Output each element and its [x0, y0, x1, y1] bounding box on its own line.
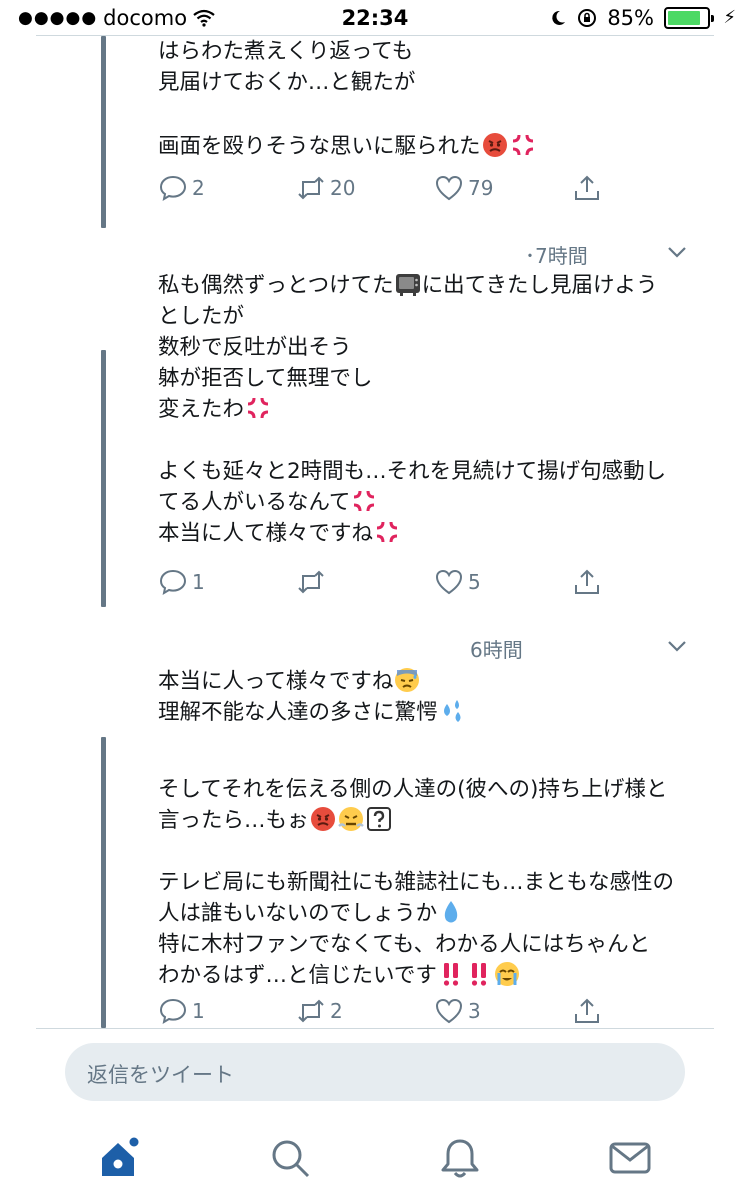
tweet-line: 画面を殴りそうな思いに駆られた [158, 134, 481, 159]
reply-count: 1 [192, 570, 205, 594]
reply-placeholder: 返信をツイート [87, 1063, 234, 1087]
retweet-button[interactable] [296, 567, 330, 597]
anger-symbol-icon [247, 397, 269, 419]
thread-line [101, 737, 106, 1028]
tweet-line: 人は誰もいないのでしょうか [158, 901, 438, 926]
tweet-line: 理解不能な人達の多さに驚愕 [158, 700, 438, 725]
tweet-line: 本当に人って様々ですね [158, 669, 394, 694]
anger-symbol-icon [376, 521, 398, 543]
share-icon [575, 175, 599, 200]
angry-face-emoji-icon [482, 133, 507, 157]
television-emoji-icon [395, 274, 420, 296]
share-button[interactable] [572, 567, 602, 597]
crying-face-emoji-icon [494, 962, 519, 986]
retweet-count: 2 [330, 999, 343, 1023]
tab-messages[interactable] [608, 1136, 652, 1180]
tweet-line: 変えたわ [158, 397, 245, 422]
share-button[interactable] [572, 173, 602, 203]
tab-search[interactable] [268, 1136, 312, 1180]
tab-home[interactable] [98, 1136, 142, 1180]
reply-count: 2 [192, 176, 205, 200]
home-icon [102, 1137, 139, 1176]
anger-symbol-icon [512, 134, 533, 156]
share-icon [575, 569, 599, 594]
tweet-text: 私も偶然ずっとつけてた に出てきたし見届けよう としたが 数秒で反吐が出そう 躰が… [158, 270, 698, 549]
retweet-icon [298, 570, 324, 594]
tab-notifications[interactable] [438, 1136, 482, 1180]
like-count: 5 [468, 570, 481, 594]
messages-icon [609, 1142, 651, 1174]
tweet-line: に出てきたし見届けよう [421, 273, 658, 298]
reply-button[interactable]: 1 [158, 567, 205, 597]
tweet-line: 数秒で反吐が出そう [158, 335, 352, 360]
status-bar: ●●●●● docomo 22:34 85% ⚡ [0, 0, 750, 36]
reply-count: 1 [192, 999, 205, 1023]
tweet-line: 言ったら…もぉ [158, 808, 309, 833]
steam-face-emoji-icon [337, 807, 364, 831]
tweet-line: わかるはず…と信じたいです [158, 963, 437, 988]
compose-divider [36, 1028, 714, 1029]
tweet-actions: 1 2 3 [158, 996, 618, 1030]
double-exclamation-icon [443, 963, 458, 986]
retweet-button[interactable]: 20 [296, 173, 355, 203]
heart-icon [435, 175, 463, 201]
downcast-sweat-face-emoji-icon [395, 668, 420, 692]
notifications-icon [441, 1139, 479, 1178]
retweet-count: 20 [330, 176, 356, 200]
tweet-line: としたが [158, 304, 245, 329]
tweet-line: 本当に人て様々ですね [158, 521, 374, 546]
like-button[interactable]: 3 [434, 996, 481, 1026]
tweet-line: 特に木村ファンでなくても、わかる人にはちゃんと [158, 932, 651, 957]
rotation-lock-icon [578, 9, 597, 27]
battery-percent: 85% [607, 6, 654, 30]
thread-line [101, 36, 106, 228]
heart-icon [435, 998, 463, 1024]
retweet-button[interactable]: 2 [296, 996, 343, 1026]
chevron-down-icon[interactable] [666, 244, 688, 260]
tweet-line: テレビ局にも新聞社にも雑誌社にも…まともな感性の [158, 870, 675, 895]
battery-icon [664, 7, 714, 29]
reply-button[interactable]: 1 [158, 996, 205, 1026]
like-button[interactable]: 5 [434, 567, 481, 597]
screen: ●●●●● docomo 22:34 85% ⚡ はらわた煮えくり返っても 見届… [0, 0, 750, 1203]
retweet-icon [298, 999, 324, 1023]
tweet-line: てる人がいるなんて [158, 490, 351, 515]
sweat-droplets-icon [443, 700, 461, 722]
reply-icon [159, 998, 187, 1025]
thread-line [101, 350, 106, 607]
chevron-down-icon[interactable] [666, 638, 688, 654]
like-count: 3 [468, 999, 481, 1023]
tweet-actions: 2 20 79 [158, 173, 618, 207]
search-icon [272, 1140, 310, 1178]
battery-level [668, 11, 701, 25]
heart-icon [435, 569, 463, 595]
double-exclamation-icon [471, 963, 486, 986]
reply-icon [159, 175, 187, 202]
retweet-icon [298, 176, 324, 200]
question-box-icon [366, 807, 391, 831]
tweet-line: よくも延々と2時間も…それを見続けて揚げ句感動し [158, 459, 667, 484]
reply-input[interactable]: 返信をツイート [65, 1043, 685, 1101]
tweet-line: そしてそれを伝える側の人達の(彼への)持ち上げ様と [158, 777, 668, 802]
tweet-line: 見届けておくか…と観たが [158, 70, 416, 95]
charging-icon: ⚡ [723, 7, 736, 28]
angry-face-emoji-icon [310, 807, 335, 831]
like-button[interactable]: 79 [434, 173, 493, 203]
tweet-actions: 1 5 [158, 567, 618, 601]
tweet-line: 躰が拒否して無理でし [158, 366, 373, 391]
tweet-line: 私も偶然ずっとつけてた [158, 273, 394, 298]
like-count: 79 [468, 176, 494, 200]
droplet-emoji-icon [444, 901, 458, 923]
reply-icon [159, 569, 187, 596]
share-icon [575, 998, 599, 1023]
reply-button[interactable]: 2 [158, 173, 205, 203]
tweet-timestamp: ･7時間 [525, 244, 588, 268]
share-button[interactable] [572, 996, 602, 1026]
anger-symbol-icon [354, 490, 375, 512]
tweet-text: 本当に人って様々ですね 理解不能な人達の多さに驚愕 そしてそれを伝える側の人達の… [158, 666, 698, 991]
tweet-timestamp: 6時間 [470, 638, 523, 662]
moon-icon [552, 10, 566, 25]
tweet-line: はらわた煮えくり返っても [158, 39, 414, 64]
tweet-text: はらわた煮えくり返っても 見届けておくか…と観たが 画面を殴りそうな思いに駆られ… [158, 36, 698, 162]
